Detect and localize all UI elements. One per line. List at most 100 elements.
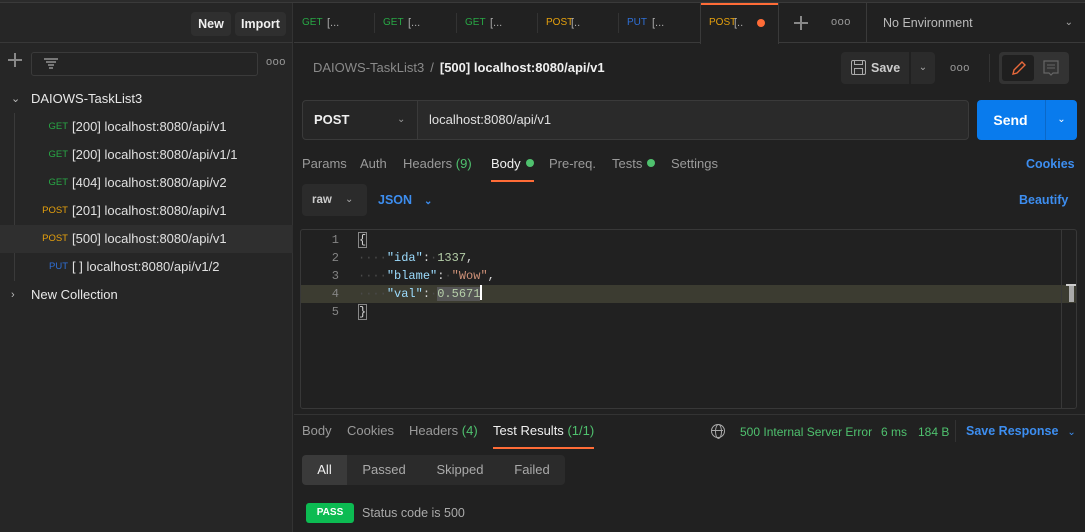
url-bar: POST ⌄ bbox=[302, 100, 969, 140]
environment-selector[interactable]: No Environment ⌄ bbox=[866, 3, 1085, 43]
body-editor[interactable]: 1 { 2 ····"ida":·1337, 3 ····"blame":·"W… bbox=[300, 229, 1077, 409]
tab-method: GET bbox=[383, 17, 404, 28]
response-tab-cookies[interactable]: Cookies bbox=[347, 423, 394, 438]
url-input[interactable] bbox=[429, 101, 959, 139]
tab-headers[interactable]: Headers (9) bbox=[403, 156, 472, 171]
filter-input[interactable] bbox=[31, 52, 258, 76]
unsaved-indicator-icon bbox=[757, 19, 765, 27]
request-item[interactable]: PUT [ ] localhost:8080/api/v1/2 bbox=[0, 253, 293, 281]
filter-skipped[interactable]: Skipped bbox=[421, 455, 499, 485]
tab-headers-label: Headers bbox=[403, 156, 453, 171]
filter-failed[interactable]: Failed bbox=[499, 455, 565, 485]
test-results-label: Test Results bbox=[493, 423, 564, 438]
method-label: PUT bbox=[49, 261, 68, 272]
headers-count: (9) bbox=[455, 156, 472, 171]
body-mode-select[interactable]: raw ⌄ bbox=[302, 184, 367, 216]
filter-passed[interactable]: Passed bbox=[347, 455, 421, 485]
save-response-label: Save Response bbox=[966, 424, 1059, 438]
chevron-down-icon: ⌄ bbox=[1064, 17, 1073, 28]
tab-method: GET bbox=[465, 17, 486, 28]
request-tab[interactable]: PUT [... bbox=[619, 3, 699, 43]
editor-line: 2 ····"ida":·1337, bbox=[301, 249, 1061, 267]
request-tab-active[interactable]: POST [.. bbox=[700, 3, 779, 44]
response-tab-test-results[interactable]: Test Results (1/1) bbox=[493, 423, 595, 449]
chevron-down-icon: ⌄ bbox=[918, 62, 928, 73]
tab-params[interactable]: Params bbox=[302, 156, 347, 171]
request-tab[interactable]: GET [... bbox=[294, 3, 374, 43]
request-tab[interactable]: GET [... bbox=[375, 3, 455, 43]
beautify-link[interactable]: Beautify bbox=[1019, 193, 1068, 207]
json-key: "val" bbox=[386, 287, 423, 301]
test-results-count: (1/1) bbox=[567, 423, 595, 438]
response-time[interactable]: 6 ms bbox=[881, 425, 907, 439]
import-button[interactable]: Import bbox=[235, 12, 286, 36]
new-tab-icon[interactable] bbox=[794, 16, 808, 30]
breadcrumb-collection[interactable]: DAIOWS-TaskList3 bbox=[313, 60, 424, 75]
send-button[interactable]: Send bbox=[977, 100, 1044, 140]
collection-item[interactable]: ⌄ DAIOWS-TaskList3 bbox=[0, 85, 293, 113]
close-brace: } bbox=[358, 304, 368, 320]
response-tab-body[interactable]: Body bbox=[302, 423, 332, 438]
open-brace: { bbox=[358, 232, 368, 248]
save-icon bbox=[851, 60, 866, 75]
collection-item[interactable]: › New Collection bbox=[0, 281, 293, 309]
tab-prereq[interactable]: Pre-req. bbox=[549, 156, 596, 171]
test-filter-group: All Passed Skipped Failed bbox=[302, 455, 565, 485]
sidebar-more-icon[interactable]: ooo bbox=[266, 56, 286, 68]
new-button[interactable]: New bbox=[191, 12, 231, 36]
pass-badge: PASS bbox=[306, 503, 354, 523]
response-status[interactable]: 500 Internal Server Error bbox=[740, 425, 872, 439]
tab-method: POST bbox=[709, 17, 737, 28]
globe-icon[interactable] bbox=[711, 424, 725, 439]
documentation-mode-button[interactable] bbox=[1035, 55, 1067, 81]
request-tab[interactable]: POST [.. bbox=[538, 3, 618, 43]
json-value-selected: 0.5671 bbox=[437, 287, 481, 301]
body-mode-value: raw bbox=[312, 194, 332, 206]
text-caret bbox=[480, 285, 483, 300]
request-label: [200] localhost:8080/api/v1/1 bbox=[72, 147, 238, 162]
send-dropdown-button[interactable]: ⌄ bbox=[1045, 100, 1077, 140]
method-label: GET bbox=[48, 121, 68, 132]
save-response-button[interactable]: Save Response ⌄ bbox=[966, 424, 1076, 438]
tab-tests[interactable]: Tests bbox=[612, 156, 656, 171]
request-item[interactable]: GET [200] localhost:8080/api/v1/1 bbox=[0, 141, 293, 169]
request-item[interactable]: POST [201] localhost:8080/api/v1 bbox=[0, 197, 293, 225]
body-language-select[interactable]: JSON ⌄ bbox=[378, 184, 432, 216]
environment-label: No Environment bbox=[883, 16, 973, 30]
breadcrumb-current[interactable]: [500] localhost:8080/api/v1 bbox=[440, 60, 605, 75]
tab-settings[interactable]: Settings bbox=[671, 156, 718, 171]
save-button[interactable]: Save bbox=[841, 52, 909, 84]
editor-scrollbar-thumb[interactable] bbox=[1066, 284, 1076, 302]
line-number: 3 bbox=[331, 269, 339, 283]
request-tab[interactable]: GET [... bbox=[457, 3, 537, 43]
tab-title: [.. bbox=[734, 17, 744, 29]
filter-all[interactable]: All bbox=[302, 455, 347, 485]
body-language-value: JSON bbox=[378, 193, 413, 207]
request-item[interactable]: GET [404] localhost:8080/api/v2 bbox=[0, 169, 293, 197]
tab-auth[interactable]: Auth bbox=[360, 156, 387, 171]
send-group: Send ⌄ bbox=[977, 100, 1077, 140]
request-more-icon[interactable]: ooo bbox=[950, 62, 970, 74]
request-item[interactable]: GET [200] localhost:8080/api/v1 bbox=[0, 113, 293, 141]
response-headers-label: Headers bbox=[409, 423, 459, 438]
test-result-name: Status code is 500 bbox=[362, 506, 465, 520]
edit-mode-button[interactable] bbox=[1002, 55, 1034, 81]
editor-line: 5 } bbox=[301, 303, 1061, 321]
add-collection-icon[interactable] bbox=[8, 53, 22, 67]
response-tab-headers[interactable]: Headers (4) bbox=[409, 423, 478, 438]
method-select[interactable]: POST ⌄ bbox=[303, 101, 418, 139]
tabs-more-icon[interactable]: ooo bbox=[831, 16, 851, 28]
pane-divider[interactable] bbox=[294, 414, 1085, 415]
tab-body[interactable]: Body bbox=[491, 156, 534, 182]
save-dropdown-button[interactable]: ⌄ bbox=[911, 52, 935, 84]
has-content-dot-icon bbox=[525, 159, 534, 167]
method-value: POST bbox=[314, 112, 350, 127]
response-size[interactable]: 184 B bbox=[918, 425, 949, 439]
request-item-active[interactable]: POST [500] localhost:8080/api/v1 bbox=[0, 225, 293, 253]
cookies-link[interactable]: Cookies bbox=[1026, 157, 1075, 171]
tab-method: PUT bbox=[627, 17, 647, 28]
sidebar: New Import ooo ⌄ DAIOWS-TaskList3 GET [2… bbox=[0, 3, 293, 532]
json-key: "ida" bbox=[386, 251, 423, 265]
tab-body-label: Body bbox=[491, 156, 521, 171]
chevron-down-icon: ⌄ bbox=[11, 93, 21, 105]
